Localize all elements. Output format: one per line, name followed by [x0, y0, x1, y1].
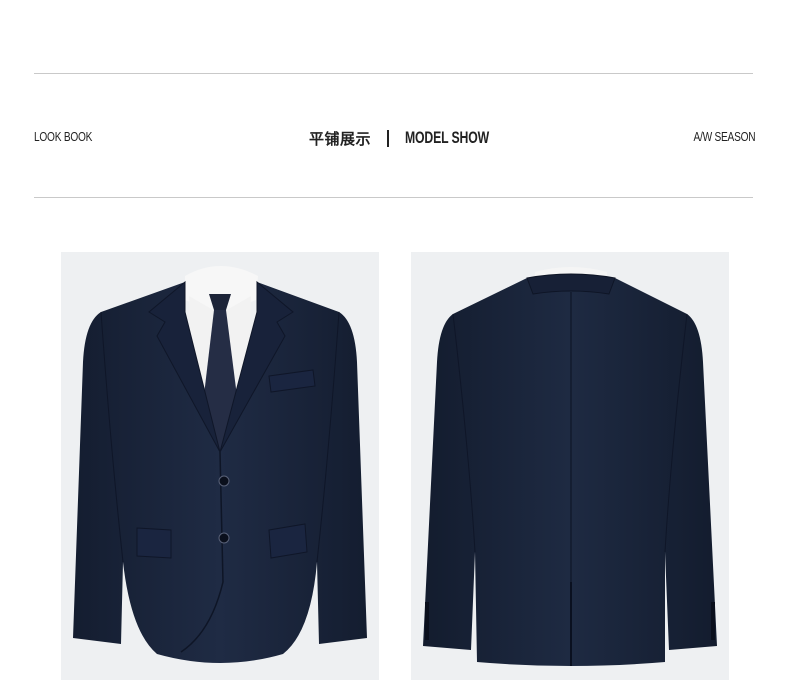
title-chinese: 平铺展示	[309, 129, 372, 148]
section-title: 平铺展示 MODEL SHOW	[309, 125, 522, 151]
top-divider-line	[34, 73, 753, 74]
look-book-label: LOOK BOOK	[34, 129, 93, 144]
bottom-divider-line	[34, 197, 753, 198]
jacket-back-photo	[411, 252, 729, 680]
jacket-front-photo	[61, 252, 379, 680]
suit-jacket-back-icon	[423, 267, 717, 666]
season-label: A/W SEASON	[693, 129, 755, 144]
title-english: MODEL SHOW	[405, 128, 490, 147]
suit-jacket-front-icon	[73, 266, 367, 663]
section-header: LOOK BOOK 平铺展示 MODEL SHOW A/W SEASON	[34, 122, 755, 152]
title-separator	[387, 129, 390, 147]
